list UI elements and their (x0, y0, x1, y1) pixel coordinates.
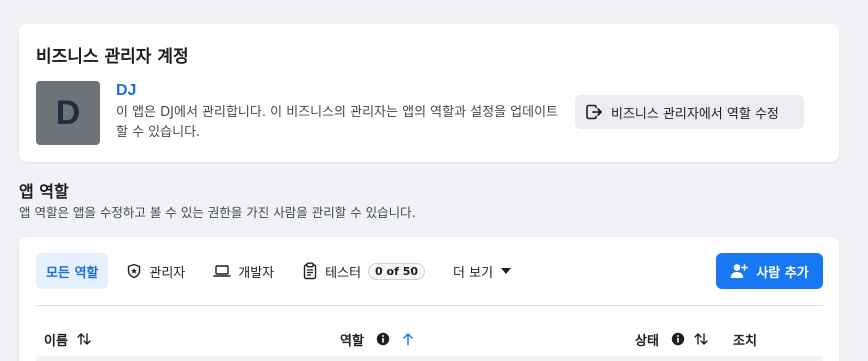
sort-up-icon[interactable] (402, 332, 414, 346)
admin-account-title: 비즈니스 관리자 계정 (36, 47, 189, 67)
external-link-icon (585, 103, 603, 121)
tab-label: 모든 역할 (46, 265, 99, 281)
add-person-button[interactable]: 사람 추가 (716, 253, 823, 289)
info-icon[interactable] (671, 332, 685, 346)
edit-roles-in-business-manager-button[interactable]: 비즈니스 관리자에서 역할 수정 (575, 95, 804, 129)
tab-testers[interactable]: 테스터 0 of 50 (292, 253, 435, 289)
app-roles-description: 앱 역할은 앱을 수정하고 볼 수 있는 권한을 가진 사람을 관리할 수 있습… (19, 205, 416, 220)
tab-admins[interactable]: 관리자 (116, 253, 195, 289)
sort-both-icon[interactable] (76, 332, 92, 346)
column-label: 조치 (733, 333, 757, 349)
admin-account-card: 비즈니스 관리자 계정 D DJ 이 앱은 DJ에서 관리합니다. 이 비즈니스… (19, 24, 839, 162)
tab-developers[interactable]: 개발자 (203, 253, 284, 289)
column-header-status[interactable]: 상태 (635, 329, 709, 349)
tester-count-badge: 0 of 50 (368, 262, 426, 280)
tab-all-roles[interactable]: 모든 역할 (36, 253, 109, 289)
laptop-icon (213, 263, 232, 279)
clipboard-icon (302, 262, 318, 280)
role-tabs: 모든 역할 관리자 개발자 테스터 0 of 50 더 보기 (36, 253, 530, 289)
column-label: 상태 (635, 333, 659, 349)
edit-roles-button-label: 비즈니스 관리자에서 역할 수정 (611, 106, 779, 122)
roles-card: 모든 역할 관리자 개발자 테스터 0 of 50 더 보기 사람 추가 이름 … (19, 237, 839, 361)
app-roles-title: 앱 역할 (19, 182, 69, 201)
tabs-divider (36, 305, 823, 306)
column-header-role[interactable]: 역할 (340, 329, 414, 349)
shield-star-icon (126, 263, 142, 279)
tab-label: 더 보기 (453, 265, 494, 281)
column-header-actions: 조치 (733, 329, 757, 349)
business-avatar: D (36, 81, 100, 145)
caret-down-icon (500, 267, 512, 275)
tab-label: 관리자 (149, 265, 186, 281)
business-description: 이 앱은 DJ에서 관리합니다. 이 비즈니스의 관리자는 앱의 역할과 설정을… (116, 105, 559, 140)
avatar-letter: D (55, 93, 81, 132)
tab-label: 개발자 (238, 265, 275, 281)
add-person-icon (730, 263, 749, 279)
add-person-label: 사람 추가 (756, 265, 809, 281)
column-label: 이름 (44, 333, 68, 349)
info-icon[interactable] (376, 332, 390, 346)
column-label: 역할 (340, 333, 364, 349)
tab-more[interactable]: 더 보기 (443, 253, 522, 289)
business-name-link[interactable]: DJ (116, 82, 136, 100)
table-row[interactable] (36, 356, 823, 361)
column-header-name[interactable]: 이름 (44, 329, 92, 349)
tab-label: 테스터 (325, 265, 362, 281)
sort-both-icon[interactable] (693, 332, 709, 346)
